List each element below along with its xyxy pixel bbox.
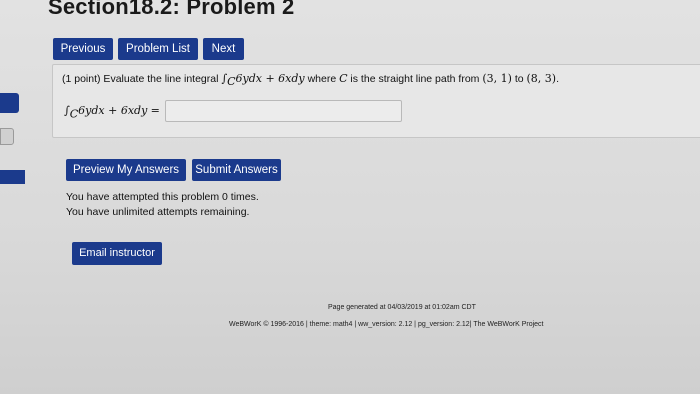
page-title: Section18.2: Problem 2 bbox=[48, 0, 295, 19]
attempts-remaining-text: You have unlimited attempts remaining. bbox=[66, 206, 250, 218]
equals-sign: = bbox=[150, 104, 160, 117]
email-instructor-button[interactable]: Email instructor bbox=[72, 242, 162, 265]
curve-variable: C bbox=[339, 72, 348, 85]
attempts-count-text: You have attempted this problem 0 times. bbox=[66, 191, 259, 203]
footer-generated-text: Page generated at 04/03/2019 at 01:02am … bbox=[328, 304, 476, 311]
from-point: (3, 1) bbox=[482, 72, 512, 85]
integrand: 6ydx + 6xdy bbox=[235, 72, 305, 85]
answer-label: ∫C6ydx + 6xdy = bbox=[64, 103, 160, 120]
footer-version-text: WeBWorK © 1996-2016 | theme: math4 | ww_… bbox=[229, 321, 544, 328]
side-panel-bar[interactable] bbox=[0, 170, 25, 184]
next-button[interactable]: Next bbox=[203, 38, 244, 60]
statement-end: . bbox=[556, 73, 560, 85]
to-text: to bbox=[511, 73, 527, 85]
previous-button[interactable]: Previous bbox=[53, 38, 113, 60]
path-text: is the straight line path from bbox=[347, 73, 483, 85]
problem-list-button[interactable]: Problem List bbox=[118, 38, 198, 60]
integral-subscript: C bbox=[227, 75, 236, 89]
problem-prefix: (1 point) Evaluate the line integral bbox=[62, 73, 222, 85]
integral-subscript: C bbox=[69, 107, 79, 121]
side-panel-checkbox[interactable] bbox=[0, 128, 14, 145]
preview-answers-button[interactable]: Preview My Answers bbox=[66, 159, 186, 181]
problem-statement: (1 point) Evaluate the line integral ∫C6… bbox=[62, 72, 559, 88]
webwork-page: Section18.2: Problem 2 Previous Problem … bbox=[0, 0, 700, 394]
side-panel-tab[interactable] bbox=[0, 93, 19, 113]
submit-answers-button[interactable]: Submit Answers bbox=[192, 159, 281, 181]
answer-input[interactable] bbox=[165, 100, 402, 122]
where-text: where bbox=[304, 73, 340, 85]
answer-integrand: 6ydx + 6xdy bbox=[78, 104, 148, 117]
to-point: (8, 3) bbox=[526, 72, 557, 85]
